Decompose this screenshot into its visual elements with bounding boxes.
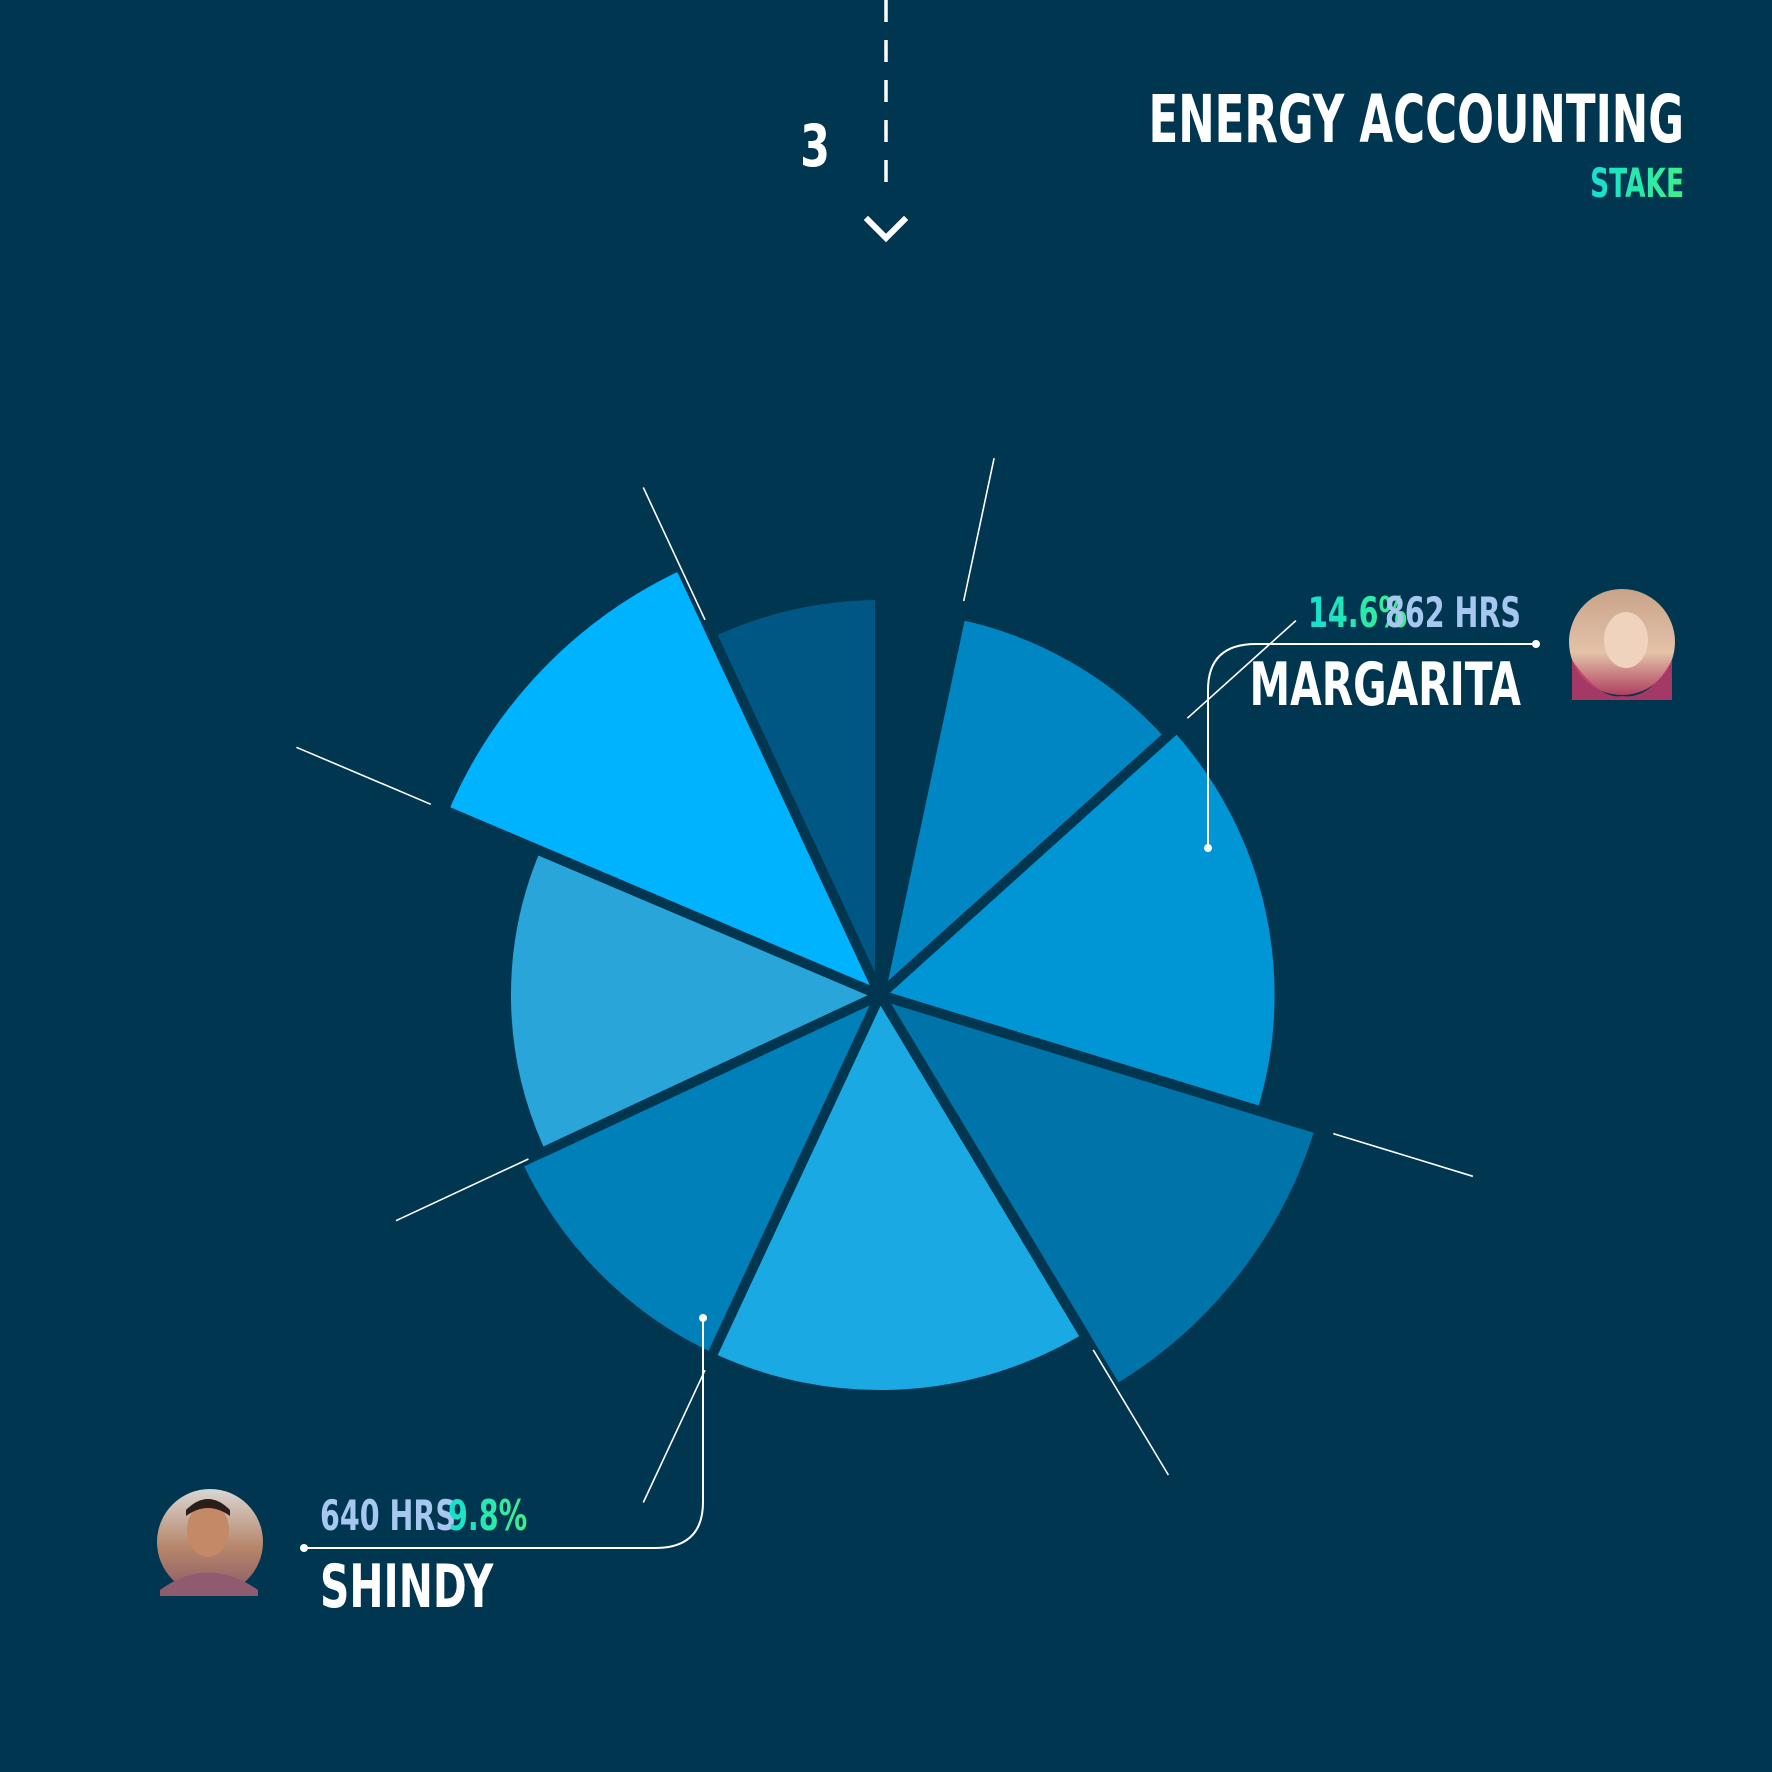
tick-line-5 [395, 1158, 529, 1222]
callout-shindy: 640 HRS 9.8% SHINDY [157, 1314, 707, 1622]
callout-hours: 862 HRS [1385, 590, 1521, 638]
leader-dot [1532, 640, 1540, 648]
avatar-photo-icon [1569, 589, 1675, 700]
tick-line-2 [1333, 1132, 1474, 1178]
callout-margarita: 14.6% 862 HRS MARGARITA [1204, 589, 1675, 852]
callout-hours: 640 HRS [320, 1493, 456, 1541]
energy-chart-canvas: 3 ENERGY ACCOUNTING STAKE 14.6% 862 HRS … [157, 0, 1684, 1622]
callout-name: SHINDY [320, 1552, 494, 1622]
down-arrow-icon [863, 0, 909, 243]
leader-dot [300, 1544, 308, 1552]
polar-slices [438, 560, 1325, 1400]
tick-line-4 [642, 1369, 706, 1503]
callout-percent: 9.8% [448, 1493, 527, 1541]
callout-name: MARGARITA [1250, 650, 1522, 720]
page-title: ENERGY ACCOUNTING [1148, 82, 1684, 159]
tick-line-0 [962, 458, 995, 602]
leader-dot [1204, 844, 1212, 852]
tick-line-6 [296, 746, 432, 806]
leader-dot [699, 1314, 707, 1322]
step-number: 3 [800, 114, 830, 181]
page-subtitle: STAKE [1590, 160, 1684, 206]
avatar-photo-icon [157, 1489, 263, 1596]
